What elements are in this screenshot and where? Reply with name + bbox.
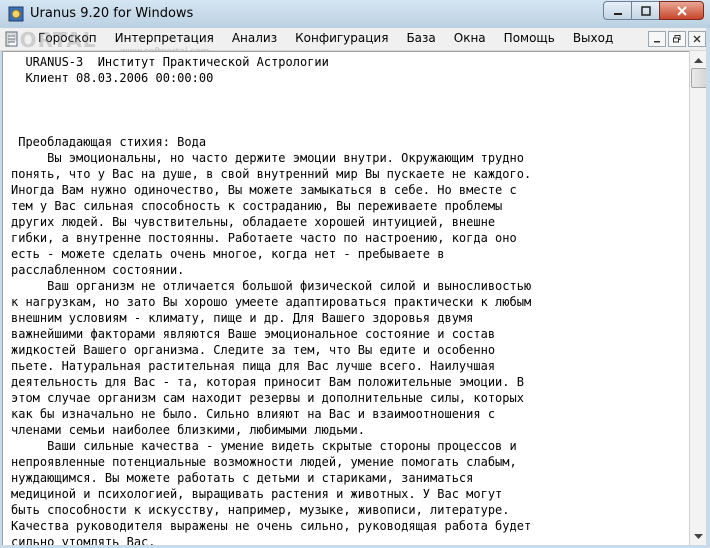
document-line: быть способности к искусству, например, … bbox=[11, 503, 510, 517]
document-line: как бы изначально не было. Сильно влияют… bbox=[11, 407, 496, 421]
menu-item[interactable]: Помощь bbox=[504, 31, 555, 45]
menu-item[interactable]: Окна bbox=[454, 31, 486, 45]
minimize-button[interactable] bbox=[603, 1, 632, 20]
document-line: расслабленном состоянии. bbox=[11, 263, 185, 277]
document-line: непроявленные потенциальные возможности … bbox=[11, 455, 517, 469]
scroll-up-button[interactable] bbox=[690, 51, 707, 68]
close-icon bbox=[676, 5, 687, 16]
scroll-down-button[interactable] bbox=[690, 528, 707, 545]
document-line: Преобладающая стихия: Вода bbox=[11, 135, 207, 149]
document-line: Качества руководителя выражены не очень … bbox=[11, 519, 532, 533]
scroll-thumb[interactable] bbox=[691, 68, 707, 88]
menu-items: Гороскоп Интерпретация Анализ Конфигурация Б… bbox=[38, 31, 631, 45]
menu-item[interactable]: Гороскоп bbox=[38, 31, 97, 45]
arrow-down-icon bbox=[694, 533, 703, 539]
close-icon bbox=[693, 35, 701, 43]
minimize-icon bbox=[654, 41, 660, 43]
document-line: других людей. Вы чувствительны, обладает… bbox=[11, 215, 496, 229]
document-line: гибки, а внутренне постоянны. Работаете … bbox=[11, 231, 517, 245]
document-line: Иногда Вам нужно одиночество, Вы можете … bbox=[11, 183, 517, 197]
document-line: URANUS-3 Институт Практической Астрологи… bbox=[11, 55, 329, 69]
document-line: пьете. Натуральная растительная пища для… bbox=[11, 359, 496, 373]
uranus-app-icon bbox=[8, 6, 24, 22]
minimize-icon bbox=[613, 12, 622, 15]
document-line: Ваши сильные качества - умение видеть ск… bbox=[11, 439, 517, 453]
menu-item[interactable]: Конфигурация bbox=[295, 31, 388, 45]
mdi-minimize-button[interactable] bbox=[648, 31, 666, 47]
menu-item[interactable]: База bbox=[406, 31, 435, 45]
menu-item[interactable]: Интерпретация bbox=[115, 31, 214, 45]
document-line: жидкостей Вашего организма. Следите за т… bbox=[11, 343, 496, 357]
document-line: этом случае организм сам находит резервы… bbox=[11, 391, 524, 405]
document-line: к нагрузкам, но зато Вы хорошо умеете ад… bbox=[11, 295, 532, 309]
document-line: есть - можете сделать очень многое, когд… bbox=[11, 247, 445, 261]
menu-item[interactable]: Анализ bbox=[232, 31, 277, 45]
window-controls bbox=[603, 1, 704, 20]
document-text: URANUS-3 Институт Практической Астрологи… bbox=[11, 54, 686, 546]
menu-bar: Гороскоп Интерпретация Анализ Конфигурация Б… bbox=[0, 28, 710, 51]
mdi-restore-button[interactable] bbox=[668, 31, 686, 47]
close-button[interactable] bbox=[659, 1, 704, 20]
maximize-button[interactable] bbox=[631, 1, 660, 20]
document-icon[interactable] bbox=[4, 31, 20, 47]
arrow-up-icon bbox=[694, 57, 703, 63]
vertical-scrollbar[interactable] bbox=[689, 51, 707, 545]
document-line: членами семьи наиболее близкими, любимым… bbox=[11, 423, 366, 437]
menu-item[interactable]: Выход bbox=[573, 31, 613, 45]
app-window: Uranus 9.20 for Windows Гороскоп Интерпре… bbox=[0, 0, 710, 548]
mdi-close-button[interactable] bbox=[688, 31, 706, 47]
document-line: деятельность для Вас - та, которая прино… bbox=[11, 375, 524, 389]
mdi-controls bbox=[646, 31, 706, 47]
document-line: тем у Вас сильная способность к сострада… bbox=[11, 199, 503, 213]
maximize-icon bbox=[640, 5, 651, 16]
document-line: медициной и психологией, выращивать раст… bbox=[11, 487, 503, 501]
document-line: Вы эмоциональны, но часто держите эмоции… bbox=[11, 151, 524, 165]
document-line: нуждающимся. Вы можете работать с детьми… bbox=[11, 471, 474, 485]
document-line: понять, что у Вас на душе, в свой внутре… bbox=[11, 167, 532, 181]
document-view[interactable]: URANUS-3 Институт Практической Астрологи… bbox=[2, 51, 690, 546]
window-frame-right bbox=[706, 28, 710, 548]
document-line: внешним условиям - климату, пище и др. Д… bbox=[11, 311, 474, 325]
window-title: Uranus 9.20 for Windows bbox=[30, 6, 194, 21]
document-line: Ваш организм не отличается большой физич… bbox=[11, 279, 532, 293]
title-bar[interactable]: Uranus 9.20 for Windows bbox=[0, 0, 710, 29]
document-line: Клиент 08.03.2006 00:00:00 bbox=[11, 71, 214, 85]
document-line: важнейшими факторами являются Ваше эмоци… bbox=[11, 327, 496, 341]
restore-icon bbox=[673, 35, 681, 43]
